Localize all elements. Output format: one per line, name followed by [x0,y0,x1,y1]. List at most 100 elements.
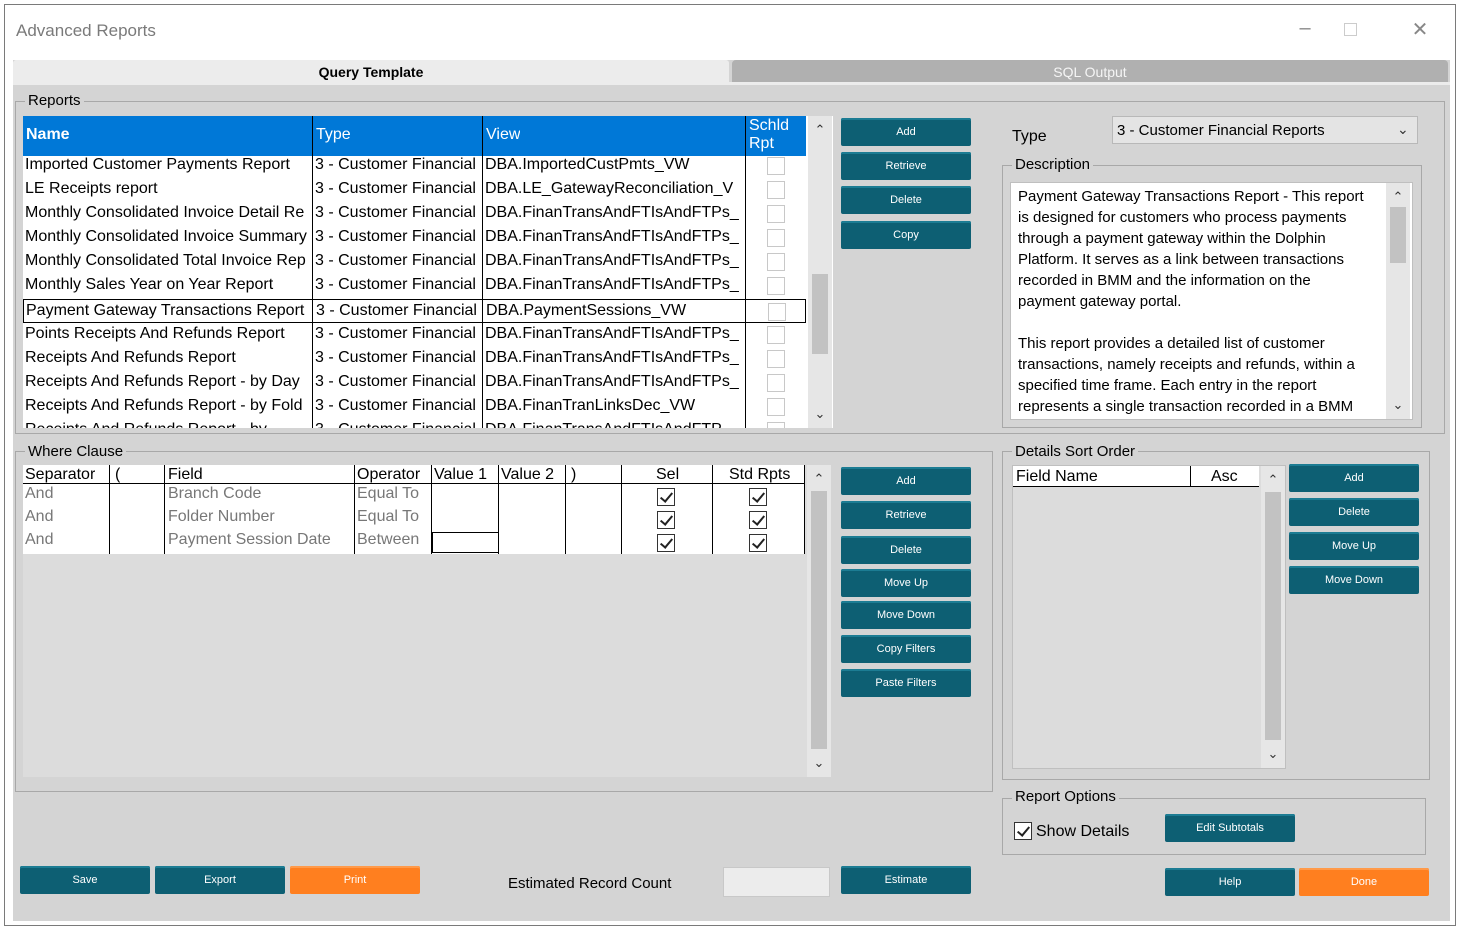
sort-add-button[interactable]: Add [1289,464,1419,492]
col-std-rpts-header[interactable]: Std Rpts [729,466,790,484]
scroll-down-icon[interactable]: ⌄ [808,404,832,424]
tab-query-template[interactable]: Query Template [13,60,729,82]
scroll-thumb[interactable] [1265,492,1281,740]
col-view-header[interactable]: View [486,126,520,144]
schld-rpt-checkbox[interactable] [767,422,785,428]
copy-filters-button[interactable]: Copy Filters [841,635,971,663]
table-row[interactable]: And Payment Session Date Between [23,531,805,554]
col-open-paren-header[interactable]: ( [115,466,120,484]
scroll-up-icon[interactable]: ⌃ [1386,187,1410,207]
schld-rpt-checkbox[interactable] [767,374,785,392]
type-select[interactable]: 3 - Customer Financial Reports ⌄ [1112,116,1418,144]
description-line [1018,312,1378,333]
scroll-down-icon[interactable]: ⌄ [1386,395,1410,415]
sort-move-down-button[interactable]: Move Down [1289,566,1419,594]
schld-rpt-checkbox[interactable] [768,303,786,321]
field-cell: Folder Number [168,508,275,525]
table-row[interactable]: Receipts And Refunds Report 3 - Customer … [23,347,806,371]
table-row[interactable]: Imported Customer Payments Report 3 - Cus… [23,154,806,178]
print-button[interactable]: Print [290,866,420,894]
field-cell: Payment Session Date [168,531,331,548]
col-name-header[interactable]: Name [26,126,70,144]
minimize-icon[interactable]: – [1290,17,1320,43]
reports-retrieve-button[interactable]: Retrieve [841,152,971,180]
sel-checkbox[interactable] [657,488,675,506]
schld-rpt-checkbox[interactable] [767,350,785,368]
std-rpts-checkbox[interactable] [749,511,767,529]
help-button[interactable]: Help [1165,868,1295,896]
sel-checkbox[interactable] [657,511,675,529]
done-button[interactable]: Done [1299,868,1429,896]
schld-rpt-checkbox[interactable] [767,277,785,295]
where-move-up-button[interactable]: Move Up [841,569,971,597]
schld-rpt-checkbox[interactable] [767,205,785,223]
scroll-down-icon[interactable]: ⌄ [1261,744,1285,764]
schld-rpt-checkbox[interactable] [767,229,785,247]
estimate-button[interactable]: Estimate [841,866,971,894]
reports-delete-button[interactable]: Delete [841,186,971,214]
table-row[interactable]: Monthly Consolidated Invoice Detail Re 3 … [23,202,806,226]
report-view-cell: DBA.ImportedCustPmts_VW [485,156,690,173]
where-move-down-button[interactable]: Move Down [841,601,971,629]
where-add-button[interactable]: Add [841,467,971,495]
reports-grid: Name Type View Schld Rpt Imported Custom… [23,116,833,428]
schld-rpt-checkbox[interactable] [767,253,785,271]
save-button[interactable]: Save [20,866,150,894]
where-scrollbar[interactable]: ⌃ ⌄ [807,465,831,777]
description-legend: Description [1012,157,1094,173]
reports-copy-button[interactable]: Copy [841,221,971,249]
col-schld-header[interactable]: Schld Rpt [749,117,805,153]
maximize-icon[interactable] [1335,17,1365,43]
col-asc-header[interactable]: Asc [1211,468,1238,486]
sel-checkbox[interactable] [657,534,675,552]
schld-rpt-checkbox[interactable] [767,326,785,344]
where-delete-button[interactable]: Delete [841,536,971,564]
col-sel-header[interactable]: Sel [656,466,679,484]
scroll-up-icon[interactable]: ⌃ [1261,470,1285,490]
table-row[interactable]: LE Receipts report 3 - Customer Financial… [23,178,806,202]
description-scrollbar[interactable]: ⌃ ⌄ [1386,183,1410,419]
std-rpts-checkbox[interactable] [749,488,767,506]
table-row[interactable]: Points Receipts And Refunds Report 3 - Cu… [23,323,806,347]
scroll-down-icon[interactable]: ⌄ [807,753,831,773]
separator-cell: And [25,531,54,548]
scroll-up-icon[interactable]: ⌃ [808,120,832,140]
where-retrieve-button[interactable]: Retrieve [841,501,971,529]
col-close-paren-header[interactable]: ) [571,466,576,484]
table-row[interactable]: Payment Gateway Transactions Report 3 - C… [23,299,806,323]
report-name-cell: Monthly Consolidated Total Invoice Rep [25,252,306,269]
table-row[interactable]: Monthly Consolidated Total Invoice Rep 3 … [23,250,806,274]
paste-filters-button[interactable]: Paste Filters [841,669,971,697]
sort-delete-button[interactable]: Delete [1289,498,1419,526]
show-details-checkbox[interactable] [1014,822,1032,840]
scroll-thumb[interactable] [811,491,827,749]
description-text[interactable]: Payment Gateway Transactions Report - Th… [1010,182,1413,420]
tab-sql-output[interactable]: SQL Output [732,60,1448,82]
col-type-header[interactable]: Type [316,126,351,144]
col-value2-header[interactable]: Value 2 [501,466,554,484]
close-icon[interactable]: ✕ [1405,17,1435,43]
schld-rpt-checkbox[interactable] [767,181,785,199]
table-row[interactable]: Monthly Sales Year on Year Report 3 - Cus… [23,274,806,298]
export-button[interactable]: Export [155,866,285,894]
col-value1-header[interactable]: Value 1 [434,466,487,484]
table-row[interactable]: Monthly Consolidated Invoice Summary 3 - … [23,226,806,250]
std-rpts-checkbox[interactable] [749,534,767,552]
schld-rpt-checkbox[interactable] [767,157,785,175]
report-type-cell: 3 - Customer Financial [315,204,476,221]
reports-add-button[interactable]: Add [841,118,971,146]
table-row[interactable]: Receipts And Refunds Report - by Day 3 - … [23,371,806,395]
schld-rpt-checkbox[interactable] [767,398,785,416]
scroll-thumb[interactable] [812,274,828,354]
col-field-name-header[interactable]: Field Name [1016,468,1098,486]
value1-edit-field[interactable] [432,532,499,553]
edit-subtotals-button[interactable]: Edit Subtotals [1165,814,1295,842]
sort-move-up-button[interactable]: Move Up [1289,532,1419,560]
scroll-up-icon[interactable]: ⌃ [807,469,831,489]
scroll-thumb[interactable] [1390,207,1406,263]
chevron-down-icon: ⌄ [1397,121,1409,137]
sort-scrollbar[interactable]: ⌃ ⌄ [1261,466,1285,768]
table-row[interactable]: Receipts And Refunds Report - by Fold 3 -… [23,395,806,419]
reports-scrollbar[interactable]: ⌃ ⌄ [808,116,832,428]
table-row[interactable]: Receipts And Refunds Report - by 3 - Cust… [23,419,806,428]
